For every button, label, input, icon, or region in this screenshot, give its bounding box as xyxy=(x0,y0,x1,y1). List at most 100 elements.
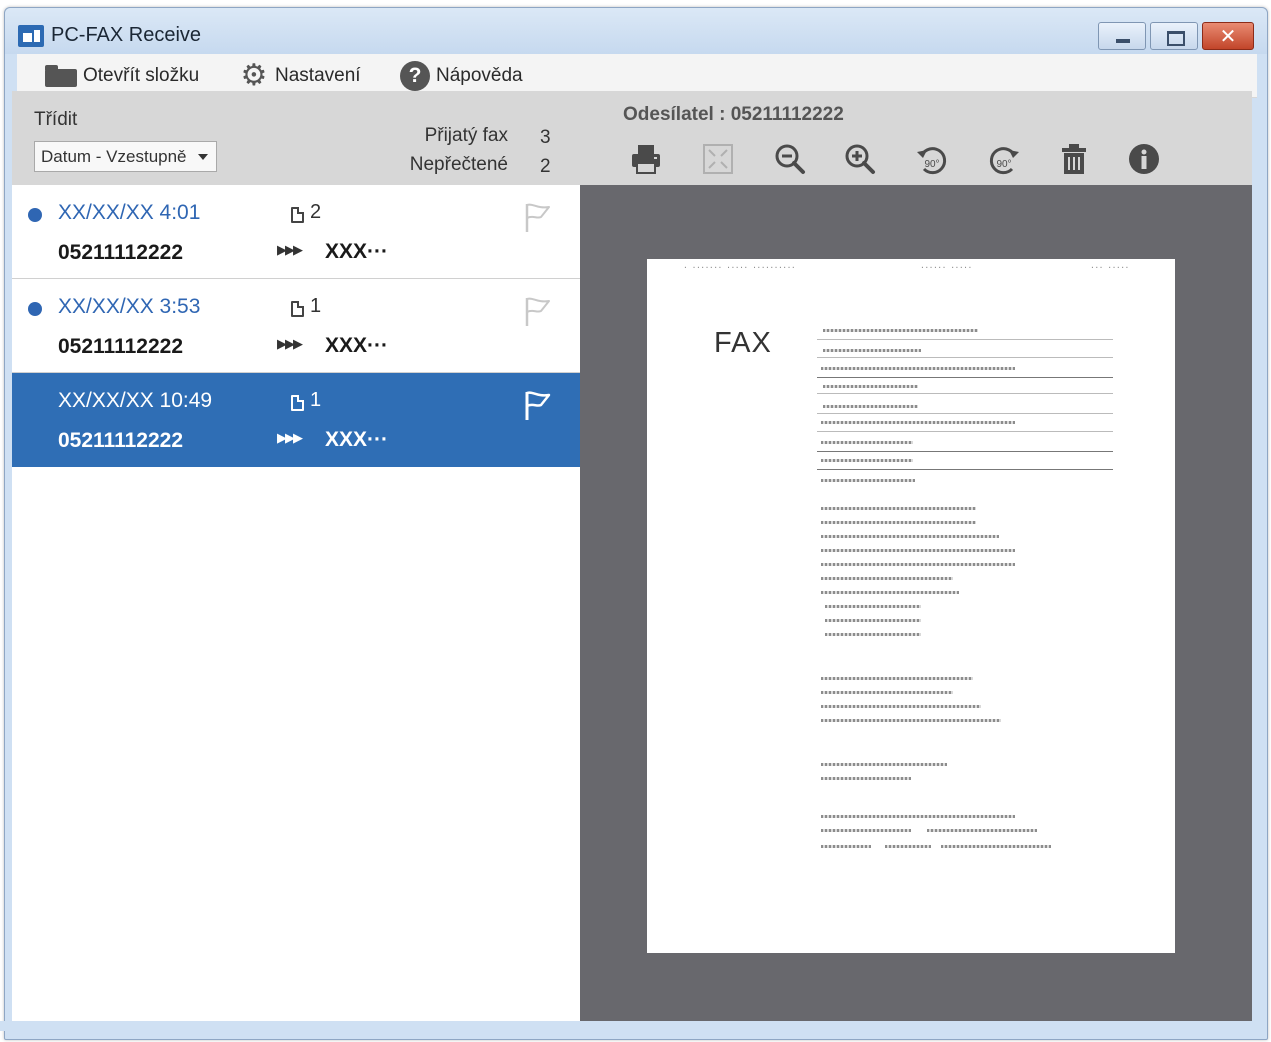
close-button[interactable]: ✕ xyxy=(1202,22,1254,50)
fax-sender-number: 05211112222 xyxy=(58,335,183,358)
list-header: Třídit Datum - Vzestupně Přijatý fax 3 N… xyxy=(12,91,580,185)
fax-text-line xyxy=(821,521,976,524)
rotate-left-icon: 90° xyxy=(917,147,947,175)
fax-text-line xyxy=(927,829,1037,832)
zoom-in-icon xyxy=(845,144,875,174)
sender-label: Odesílatel : xyxy=(623,104,726,125)
flag-icon[interactable] xyxy=(523,295,553,329)
fax-text-line xyxy=(821,763,947,766)
fax-header-scan: · ······· ····· ·········· xyxy=(683,263,796,272)
fax-page-count: 2 xyxy=(310,201,322,223)
received-fax-label: Přijatý fax xyxy=(424,125,508,146)
fax-rule xyxy=(817,393,1113,394)
zoom-in-button[interactable] xyxy=(840,139,880,179)
fax-text-line xyxy=(821,563,1015,566)
fax-sender-number: 05211112222 xyxy=(58,429,183,452)
print-button[interactable] xyxy=(626,139,666,179)
fax-text-line xyxy=(821,691,953,694)
trash-icon xyxy=(1062,144,1086,174)
folder-icon xyxy=(45,65,77,87)
fax-text-line xyxy=(821,591,959,594)
fax-text-line xyxy=(825,605,921,608)
delete-button[interactable] xyxy=(1054,139,1094,179)
unread-label: Nepřečtené xyxy=(409,154,508,175)
fax-text-line xyxy=(821,421,1015,424)
fax-text-line xyxy=(885,845,931,848)
zoom-out-icon xyxy=(775,144,805,174)
viewer-header: Odesílatel : 05211112222 90° 90° xyxy=(580,91,1252,185)
sort-dropdown[interactable]: Datum - Vzestupně xyxy=(34,141,217,172)
fax-list-item-selected[interactable]: XX/XX/XX 10:49 1 05211112222 ▶▶▶ XXX··· xyxy=(12,373,580,467)
sort-selected-value: Datum - Vzestupně xyxy=(41,146,187,166)
fax-text-line xyxy=(821,845,871,848)
flag-icon[interactable] xyxy=(523,201,553,235)
fax-date: XX/XX/XX 10:49 xyxy=(58,389,213,412)
arrows-icon: ▶▶▶ xyxy=(277,431,303,446)
page-icon xyxy=(291,301,304,317)
fax-rule xyxy=(817,431,1113,432)
fax-text-line xyxy=(821,459,913,462)
zoom-out-button[interactable] xyxy=(770,139,810,179)
chevron-down-icon xyxy=(198,154,208,160)
rotate-right-label: 90° xyxy=(996,159,1011,170)
fax-text-line xyxy=(825,619,921,622)
fax-text-line xyxy=(941,845,1051,848)
fax-list-item[interactable]: XX/XX/XX 4:01 2 05211112222 ▶▶▶ XXX··· xyxy=(12,185,580,279)
rotate-left-label: 90° xyxy=(924,159,939,170)
fax-text-line xyxy=(821,705,981,708)
fax-text-line xyxy=(821,441,913,444)
fax-text-line xyxy=(821,577,953,580)
arrows-icon: ▶▶▶ xyxy=(277,243,303,258)
fax-rule xyxy=(817,377,1113,378)
fax-text-line xyxy=(825,633,921,636)
fax-text-line xyxy=(823,349,921,352)
close-icon: ✕ xyxy=(1219,24,1237,48)
rotate-right-icon: 90° xyxy=(989,147,1019,175)
help-icon: ? xyxy=(400,61,430,91)
fax-header-scan: ··· ····· xyxy=(1090,263,1129,272)
fax-list-item[interactable]: XX/XX/XX 3:53 1 05211112222 ▶▶▶ XXX··· xyxy=(12,279,580,373)
fax-text-line xyxy=(823,329,978,332)
fax-subject: XXX··· xyxy=(325,240,388,263)
sender-info: Odesílatel : 05211112222 xyxy=(623,104,844,126)
fit-page-icon xyxy=(703,144,733,174)
open-folder-label: Otevřít složku xyxy=(83,65,200,86)
flag-icon[interactable] xyxy=(523,389,553,423)
fax-page-count: 1 xyxy=(310,389,322,411)
rotate-left-button[interactable]: 90° xyxy=(912,139,952,179)
fax-header-scan: ······ ····· xyxy=(920,263,972,272)
unread-indicator xyxy=(28,208,42,222)
fax-text-line xyxy=(823,405,918,408)
sort-label: Třídit xyxy=(34,109,78,130)
fax-text-line xyxy=(821,815,1015,818)
fax-rule xyxy=(817,357,1113,358)
info-button[interactable] xyxy=(1124,139,1164,179)
fax-text-line xyxy=(821,677,973,680)
window-title: PC-FAX Receive xyxy=(51,24,202,46)
fax-text-line xyxy=(821,479,915,482)
fax-text-line xyxy=(821,367,1015,370)
settings-label: Nastavení xyxy=(275,65,361,86)
fax-subject: XXX··· xyxy=(325,428,388,451)
unread-indicator xyxy=(28,302,42,316)
page-icon xyxy=(291,395,304,411)
fax-text-line xyxy=(823,385,918,388)
fax-text-line xyxy=(821,777,911,780)
fax-heading: FAX xyxy=(714,327,772,359)
title-bar[interactable]: PC-FAX Receive ✕ xyxy=(5,8,1267,54)
minimize-button[interactable] xyxy=(1098,22,1146,50)
fax-page-count: 1 xyxy=(310,295,322,317)
fax-date: XX/XX/XX 4:01 xyxy=(58,201,201,224)
fax-rule xyxy=(817,451,1113,452)
help-label: Nápověda xyxy=(436,65,523,86)
rotate-right-button[interactable]: 90° xyxy=(984,139,1024,179)
gear-icon: ⚙ xyxy=(240,58,268,93)
info-icon xyxy=(1129,144,1159,174)
fax-sender-number: 05211112222 xyxy=(58,241,183,264)
print-icon xyxy=(632,145,660,174)
page-icon xyxy=(291,207,304,223)
maximize-button[interactable] xyxy=(1150,22,1198,50)
sender-number: 05211112222 xyxy=(730,104,844,125)
fax-text-line xyxy=(821,535,999,538)
fax-page-preview[interactable]: · ······· ····· ·········· ······ ····· … xyxy=(647,259,1175,953)
